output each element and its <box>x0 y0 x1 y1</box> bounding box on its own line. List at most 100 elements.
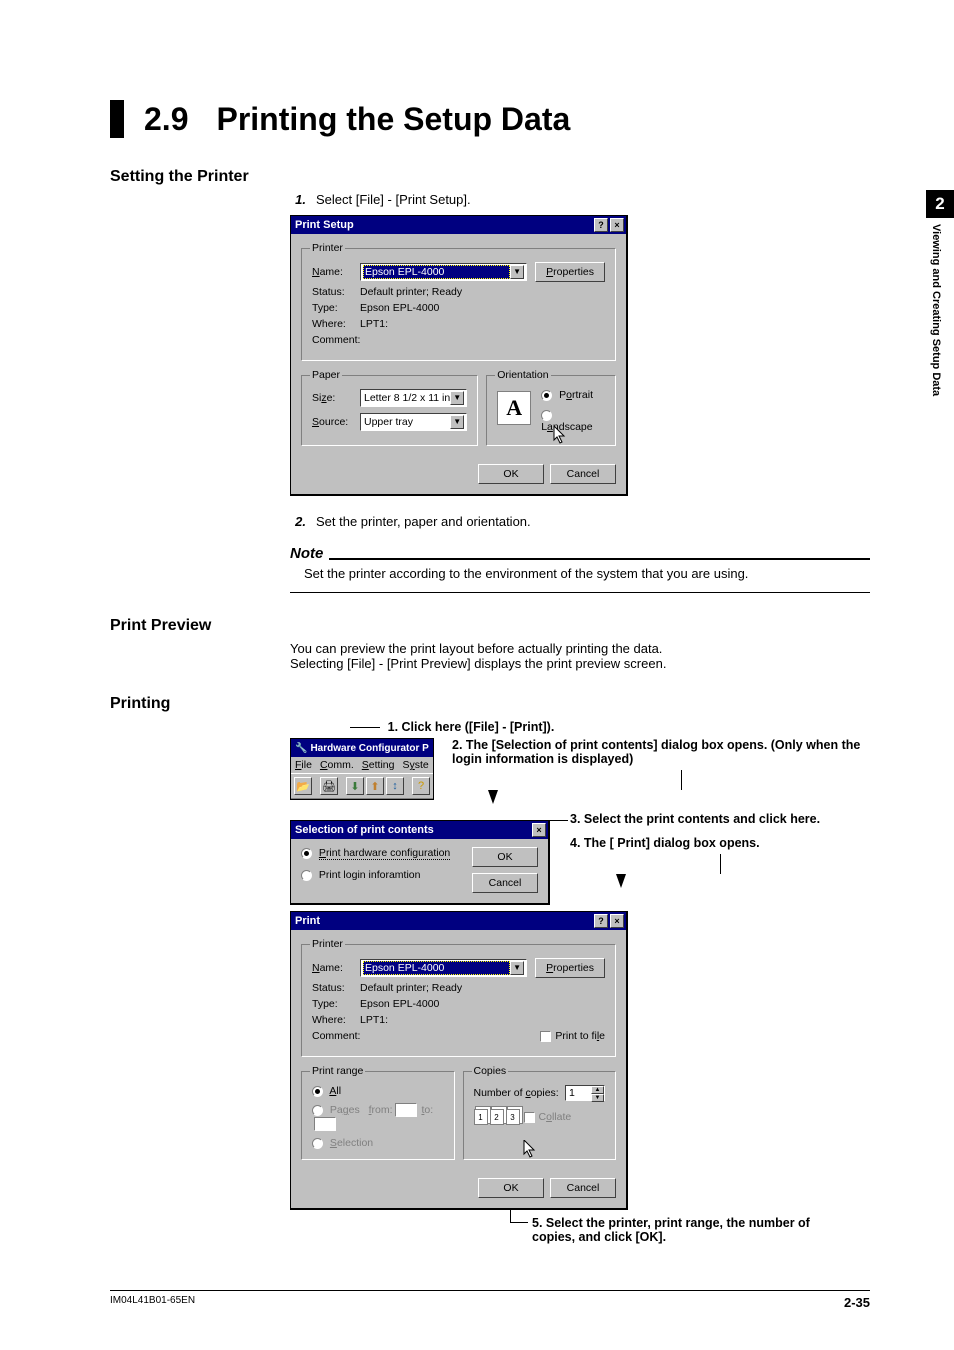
dialog-title: Print Setup <box>295 219 354 231</box>
orientation-preview-icon: A <box>497 391 531 425</box>
to-label: to: <box>421 1104 433 1116</box>
where-label: Where: <box>312 1014 360 1026</box>
from-label: from: <box>369 1104 393 1116</box>
side-tab: 2 Viewing and Creating Setup Data <box>926 190 954 396</box>
cursor-icon <box>523 1140 537 1158</box>
name-label: Name: <box>312 962 360 974</box>
comment-label: Comment: <box>312 334 360 346</box>
from-input <box>395 1103 417 1117</box>
printer-group: Printer Name: Epson EPL-4000 ▼ Propertie… <box>301 242 616 361</box>
app-toolbar: 📂 🖨 ⬇ ⬆ ↕ ? <box>291 773 433 799</box>
print-preview-heading: Print Preview <box>110 617 870 635</box>
print-icon[interactable]: 🖨 <box>320 777 338 795</box>
spinner-up[interactable]: ▲ <box>591 1086 604 1094</box>
status-label: Status: <box>312 286 360 298</box>
ok-button[interactable]: OK <box>472 847 538 867</box>
step-number: 2. <box>290 514 306 529</box>
close-button[interactable]: × <box>532 823 546 837</box>
print-to-file-checkbox[interactable] <box>540 1031 551 1042</box>
cancel-button[interactable]: Cancel <box>472 873 538 893</box>
callout-5: 5. Select the printer, print range, the … <box>532 1216 832 1244</box>
group-legend: Printer <box>310 242 345 254</box>
opt-login-radio[interactable] <box>301 870 312 881</box>
range-all-label: All <box>329 1085 341 1097</box>
type-value: Epson EPL-4000 <box>360 998 439 1010</box>
status-label: Status: <box>312 982 360 994</box>
chevron-down-icon[interactable]: ▼ <box>510 265 524 279</box>
size-label: Size: <box>312 392 360 404</box>
chapter-name: Viewing and Creating Setup Data <box>930 224 942 396</box>
print-range-group: Print range All Pages from: to: <box>301 1065 455 1160</box>
ok-button[interactable]: OK <box>478 464 544 484</box>
chevron-down-icon[interactable]: ▼ <box>510 961 524 975</box>
group-legend: Printer <box>310 938 345 950</box>
close-button[interactable]: × <box>610 218 624 232</box>
dialog-title: Selection of print contents <box>295 824 434 836</box>
paper-group: Paper Size: Letter 8 1/2 x 11 in ▼ Sourc… <box>301 369 478 446</box>
printer-name-combo[interactable]: Epson EPL-4000 ▼ <box>360 263 527 281</box>
type-label: Type: <box>312 998 360 1010</box>
type-label: Type: <box>312 302 360 314</box>
num-copies-spinner[interactable]: 1 ▲▼ <box>565 1085 605 1101</box>
chevron-down-icon[interactable]: ▼ <box>450 391 464 405</box>
transfer-icon[interactable]: ↕ <box>386 777 404 795</box>
printing-block: Printing 1. Click here ([File] - [Print]… <box>110 695 870 1244</box>
open-icon[interactable]: 📂 <box>294 777 312 795</box>
orientation-group: Orientation A Portrait Landscape <box>486 369 616 446</box>
properties-button[interactable]: Properties <box>535 262 605 282</box>
printing-heading: Printing <box>110 695 870 713</box>
collate-label: Collate <box>539 1111 572 1123</box>
cancel-button[interactable]: Cancel <box>550 1178 616 1198</box>
chapter-number: 2 <box>926 190 954 218</box>
note-label: Note <box>290 545 323 562</box>
type-value: Epson EPL-4000 <box>360 302 439 314</box>
preview-p2: Selecting [File] - [Print Preview] displ… <box>290 656 870 671</box>
paper-source-combo[interactable]: Upper tray ▼ <box>360 413 467 431</box>
close-button[interactable]: × <box>610 914 624 928</box>
upload-icon[interactable]: ⬆ <box>366 777 384 795</box>
setting-printer-heading: Setting the Printer <box>110 168 870 186</box>
source-label: Source: <box>312 416 360 428</box>
chevron-down-icon[interactable]: ▼ <box>450 415 464 429</box>
step-number: 1. <box>290 192 306 207</box>
preview-p1: You can preview the print layout before … <box>290 641 870 656</box>
properties-button[interactable]: Properties <box>535 958 605 978</box>
section-number: 2.9 <box>144 100 188 138</box>
step-text: Set the printer, paper and orientation. <box>316 514 531 529</box>
note-text: Set the printer according to the environ… <box>290 566 870 581</box>
ok-button[interactable]: OK <box>478 1178 544 1198</box>
printer-name-combo[interactable]: Epson EPL-4000 ▼ <box>360 959 527 977</box>
group-legend: Paper <box>310 369 342 381</box>
print-setup-dialog: Print Setup ? × Printer Name: Epson EPL-… <box>290 215 628 496</box>
menu-setting[interactable]: Setting <box>362 759 395 771</box>
landscape-radio[interactable] <box>541 410 552 421</box>
callout-4: 4. The [ Print] dialog box opens. <box>570 836 820 850</box>
cancel-button[interactable]: Cancel <box>550 464 616 484</box>
heading-accent <box>110 100 124 138</box>
download-icon[interactable]: ⬇ <box>346 777 364 795</box>
group-legend: Print range <box>310 1065 365 1077</box>
app-menu: File Comm. Setting Syste <box>291 757 433 773</box>
range-all-radio[interactable] <box>312 1086 323 1097</box>
where-value: LPT1: <box>360 1014 388 1026</box>
opt-hardware-radio[interactable] <box>301 848 312 859</box>
menu-comm[interactable]: Comm. <box>320 759 354 771</box>
help-button[interactable]: ? <box>594 218 608 232</box>
selection-dialog: Selection of print contents × Print hard… <box>290 820 550 905</box>
help-icon[interactable]: ? <box>412 777 430 795</box>
status-value: Default printer; Ready <box>360 286 462 298</box>
menu-file[interactable]: File <box>295 759 312 771</box>
dialog-title: Print <box>295 915 320 927</box>
paper-size-combo[interactable]: Letter 8 1/2 x 11 in ▼ <box>360 389 467 407</box>
collate-checkbox <box>524 1112 535 1123</box>
num-copies-label: Number of copies: <box>474 1087 566 1099</box>
portrait-radio[interactable] <box>541 390 552 401</box>
print-preview-block: Print Preview You can preview the print … <box>110 617 870 671</box>
menu-system[interactable]: Syste <box>402 759 428 771</box>
collate-icon: 1 2 3 <box>474 1109 520 1125</box>
callout-1: 1. Click here ([File] - [Print]). <box>388 720 555 734</box>
print-dialog: Print ? × Printer Name: Epson EPL-4000 ▼ <box>290 911 628 1210</box>
status-value: Default printer; Ready <box>360 982 462 994</box>
help-button[interactable]: ? <box>594 914 608 928</box>
spinner-down[interactable]: ▼ <box>591 1094 604 1102</box>
